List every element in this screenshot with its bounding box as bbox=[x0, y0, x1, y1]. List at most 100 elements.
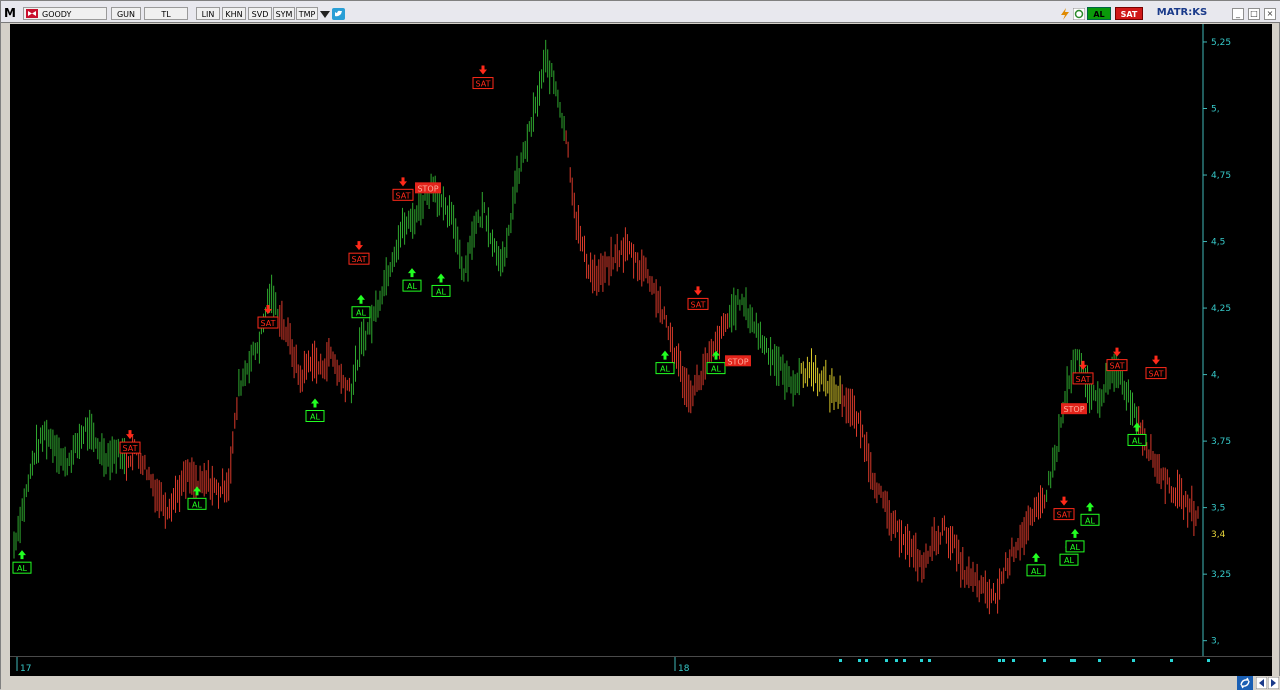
y-tick-label: 4,25 bbox=[1211, 304, 1231, 314]
buy-label: AL bbox=[1070, 543, 1080, 552]
signal-marker bbox=[839, 659, 842, 662]
signal-buy: AL bbox=[351, 294, 371, 319]
signal-sell: SAT bbox=[1072, 360, 1094, 385]
brand-logo: MATR:KS bbox=[1156, 7, 1208, 18]
signal-sell: SAT bbox=[1106, 347, 1128, 372]
sell-arrow-icon bbox=[479, 65, 487, 75]
stop-label: STOP bbox=[1063, 405, 1084, 414]
buy-label: AL bbox=[17, 564, 27, 573]
close-button[interactable]: × bbox=[1264, 8, 1276, 20]
signal-stop: STOP bbox=[415, 182, 441, 194]
sync-icon[interactable] bbox=[1237, 676, 1253, 690]
scroll-right-icon[interactable] bbox=[1268, 677, 1279, 689]
buy-label: AL bbox=[436, 287, 446, 296]
sell-label: SAT bbox=[1057, 511, 1072, 520]
svd-button[interactable]: SVD bbox=[248, 7, 272, 20]
buy-arrow-icon bbox=[1032, 552, 1040, 562]
y-tick-label: 5,25 bbox=[1211, 38, 1231, 48]
maximize-button[interactable]: □ bbox=[1248, 8, 1260, 20]
sell-button[interactable]: SAT bbox=[1115, 7, 1143, 20]
y-tick-label: 3, bbox=[1211, 637, 1220, 647]
tmp-button[interactable]: TMP bbox=[296, 7, 318, 20]
symbol-flag-icon bbox=[26, 9, 38, 18]
buy-label: AL bbox=[407, 282, 417, 291]
buy-arrow-icon bbox=[1071, 528, 1079, 538]
sell-arrow-icon bbox=[355, 241, 363, 251]
lightning-icon[interactable] bbox=[1059, 8, 1071, 20]
signal-marker bbox=[1070, 659, 1073, 662]
buy-button[interactable]: AL bbox=[1087, 7, 1111, 20]
signal-buy: AL bbox=[187, 486, 207, 510]
time-axis: 17 18 bbox=[10, 656, 1272, 676]
y-tick-label: 3,25 bbox=[1211, 570, 1231, 580]
signal-marker bbox=[998, 659, 1001, 662]
signal-buy: AL bbox=[12, 550, 32, 574]
signal-sell: SAT bbox=[119, 430, 141, 454]
stop-label: STOP bbox=[417, 184, 438, 193]
x-tick-label: 18 bbox=[678, 664, 690, 674]
buy-arrow-icon bbox=[357, 294, 365, 304]
sell-arrow-icon bbox=[399, 177, 407, 187]
buy-label: AL bbox=[356, 309, 366, 318]
y-tick-label: 3,5 bbox=[1211, 504, 1225, 514]
buy-label: AL bbox=[310, 413, 320, 422]
buy-arrow-icon bbox=[408, 268, 416, 278]
signal-buy: AL bbox=[305, 398, 325, 423]
sym-button[interactable]: SYM bbox=[273, 7, 295, 20]
buy-label: AL bbox=[1064, 556, 1074, 565]
signal-stop: STOP bbox=[1061, 403, 1087, 415]
buy-arrow-icon bbox=[437, 273, 445, 283]
buy-label: AL bbox=[1085, 516, 1095, 525]
signal-marker bbox=[1207, 659, 1210, 662]
signal-marker bbox=[1043, 659, 1046, 662]
signal-marker bbox=[928, 659, 931, 662]
period-button[interactable]: GUN bbox=[111, 7, 141, 20]
minimize-button[interactable]: _ bbox=[1232, 8, 1244, 20]
signal-marker bbox=[1132, 659, 1135, 662]
y-tick-label: 3,75 bbox=[1211, 437, 1231, 447]
x-tick-label: 17 bbox=[20, 664, 31, 674]
sell-label: SAT bbox=[396, 191, 411, 200]
signal-marker bbox=[1170, 659, 1173, 662]
chart-window: M GOODY GUN TL LIN KHN SVD SYM TMP AL SA… bbox=[0, 0, 1280, 690]
chart-toolbar: M GOODY GUN TL LIN KHN SVD SYM TMP AL SA… bbox=[1, 1, 1280, 23]
signal-sell: SAT bbox=[687, 286, 709, 310]
buy-arrow-icon bbox=[1133, 422, 1141, 432]
scroll-left-icon[interactable] bbox=[1256, 677, 1267, 689]
signal-buy: AL bbox=[655, 350, 675, 375]
sell-label: SAT bbox=[123, 444, 138, 453]
buy-arrow-icon bbox=[18, 550, 26, 560]
signal-marker bbox=[858, 659, 861, 662]
buy-label: AL bbox=[192, 500, 202, 509]
signal-marker bbox=[1002, 659, 1005, 662]
twitter-icon[interactable] bbox=[332, 8, 345, 20]
y-tick-label: 4,75 bbox=[1211, 171, 1231, 181]
buy-label: AL bbox=[1031, 567, 1041, 576]
signal-sell: SAT bbox=[257, 305, 279, 329]
y-tick-label: 4, bbox=[1211, 371, 1220, 381]
time-axis-canvas: 17 18 bbox=[16, 657, 1210, 674]
price-chart[interactable]: 5,25 5, 4,75 4,5 4,25 4, 3,75 3,5 3,25 3, 3,4 AL SAT… bbox=[10, 24, 1272, 656]
signal-buy: AL bbox=[402, 268, 422, 292]
y-tick-label: 4,5 bbox=[1211, 238, 1225, 248]
dropdown-arrow-icon[interactable] bbox=[319, 9, 331, 20]
signal-marker bbox=[895, 659, 898, 662]
app-logo[interactable]: M bbox=[3, 6, 17, 20]
signal-sell: SAT bbox=[1145, 355, 1167, 380]
buy-arrow-icon bbox=[311, 398, 319, 408]
signal-buy: AL bbox=[431, 273, 451, 297]
refresh-icon[interactable] bbox=[1073, 8, 1085, 20]
signal-marker bbox=[865, 659, 868, 662]
lin-scale-button[interactable]: LIN bbox=[196, 7, 220, 20]
signal-marker bbox=[1098, 659, 1101, 662]
signal-buy: AL bbox=[1026, 552, 1046, 577]
sell-label: SAT bbox=[476, 80, 491, 89]
symbol-label: GOODY bbox=[42, 10, 72, 19]
signal-marker bbox=[903, 659, 906, 662]
sell-label: SAT bbox=[261, 319, 276, 328]
buy-arrow-icon bbox=[661, 350, 669, 360]
signal-marker bbox=[885, 659, 888, 662]
price-chart-canvas[interactable]: 5,25 5, 4,75 4,5 4,25 4, 3,75 3,5 3,25 3, 3,4 AL SAT… bbox=[10, 24, 1272, 656]
khn-button[interactable]: KHN bbox=[222, 7, 246, 20]
currency-button[interactable]: TL bbox=[144, 7, 188, 20]
